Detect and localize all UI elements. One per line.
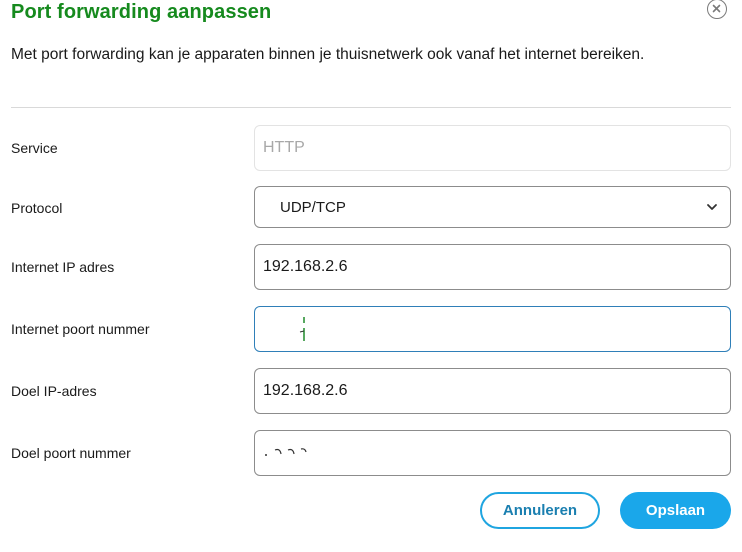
service-label: Service <box>11 140 58 156</box>
redacted-value <box>265 448 307 456</box>
cancel-button[interactable]: Annuleren <box>480 492 600 529</box>
dialog-description: Met port forwarding kan je apparaten bin… <box>11 46 645 63</box>
internet-port-input[interactable] <box>254 306 731 352</box>
internet-ip-value: 192.168.2.6 <box>263 258 348 275</box>
protocol-value: UDP/TCP <box>280 198 346 216</box>
service-input: HTTP <box>254 125 731 171</box>
service-value: HTTP <box>263 139 305 156</box>
close-icon[interactable] <box>707 0 727 19</box>
internet-ip-input[interactable]: 192.168.2.6 <box>254 244 731 290</box>
target-ip-input[interactable]: 192.168.2.6 <box>254 368 731 414</box>
protocol-select[interactable]: UDP/TCP <box>254 186 731 228</box>
save-button[interactable]: Opslaan <box>620 492 731 529</box>
divider <box>11 107 731 108</box>
target-ip-label: Doel IP-adres <box>11 383 97 399</box>
dialog-title: Port forwarding aanpassen <box>11 1 272 23</box>
internet-ip-label: Internet IP adres <box>11 259 115 275</box>
port-forwarding-dialog: Port forwarding aanpassen Met port forwa… <box>0 0 742 552</box>
target-port-label: Doel poort nummer <box>11 445 131 461</box>
protocol-label: Protocol <box>11 200 63 216</box>
target-ip-value: 192.168.2.6 <box>263 382 348 399</box>
text-cursor-icon <box>299 317 305 341</box>
internet-port-label: Internet poort nummer <box>11 321 150 337</box>
chevron-down-icon <box>707 204 717 210</box>
target-port-input[interactable] <box>254 430 731 476</box>
